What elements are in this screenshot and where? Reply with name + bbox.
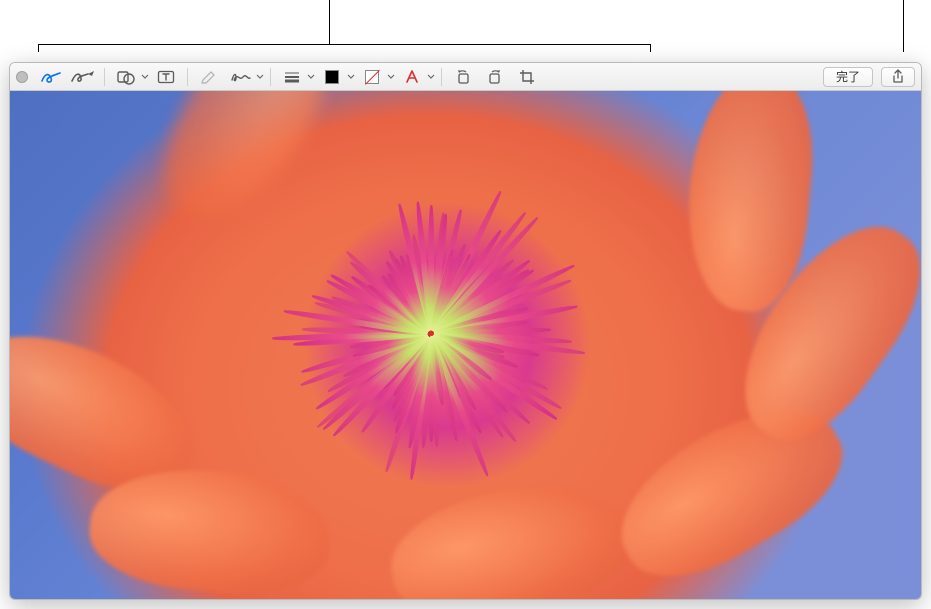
callout-tick-left bbox=[38, 44, 39, 52]
sign-tool[interactable] bbox=[226, 66, 256, 88]
markup-window: 完了 bbox=[9, 62, 922, 600]
separator bbox=[104, 68, 105, 86]
close-button[interactable] bbox=[16, 71, 28, 83]
separator bbox=[270, 68, 271, 86]
border-color-dropdown[interactable] bbox=[387, 74, 395, 80]
rotate-right-tool[interactable] bbox=[480, 66, 510, 88]
flower-petal bbox=[381, 471, 638, 599]
flower-petal bbox=[138, 91, 362, 245]
rotate-left-tool[interactable] bbox=[448, 66, 478, 88]
shape-style-dropdown[interactable] bbox=[307, 74, 315, 80]
done-button-label: 完了 bbox=[836, 68, 860, 85]
highlight-tool[interactable] bbox=[194, 66, 224, 88]
sign-dropdown[interactable] bbox=[256, 74, 264, 80]
text-style-tool[interactable] bbox=[397, 66, 427, 88]
shapes-dropdown[interactable] bbox=[141, 74, 149, 80]
callout-bracket-tools bbox=[38, 44, 651, 45]
share-button[interactable] bbox=[881, 67, 915, 87]
fill-color-tool[interactable] bbox=[317, 66, 347, 88]
image-canvas[interactable] bbox=[10, 91, 921, 599]
sketch-tool[interactable] bbox=[36, 66, 66, 88]
text-tool[interactable] bbox=[151, 66, 181, 88]
text-style-dropdown[interactable] bbox=[427, 74, 435, 80]
crop-tool[interactable] bbox=[512, 66, 542, 88]
shapes-tool[interactable] bbox=[111, 66, 141, 88]
done-button[interactable]: 完了 bbox=[823, 67, 873, 87]
markup-toolbar: 完了 bbox=[10, 63, 921, 91]
share-icon bbox=[891, 69, 905, 84]
fill-color-swatch bbox=[325, 70, 339, 84]
callout-tick-right bbox=[650, 44, 651, 52]
border-color-swatch bbox=[365, 70, 379, 84]
border-color-tool[interactable] bbox=[357, 66, 387, 88]
callout-line-share bbox=[903, 0, 904, 52]
separator bbox=[187, 68, 188, 86]
separator bbox=[441, 68, 442, 86]
flower-center bbox=[429, 335, 431, 337]
callout-line-tools bbox=[329, 0, 330, 44]
shape-style-tool[interactable] bbox=[277, 66, 307, 88]
fill-color-dropdown[interactable] bbox=[347, 74, 355, 80]
draw-tool[interactable] bbox=[68, 66, 98, 88]
